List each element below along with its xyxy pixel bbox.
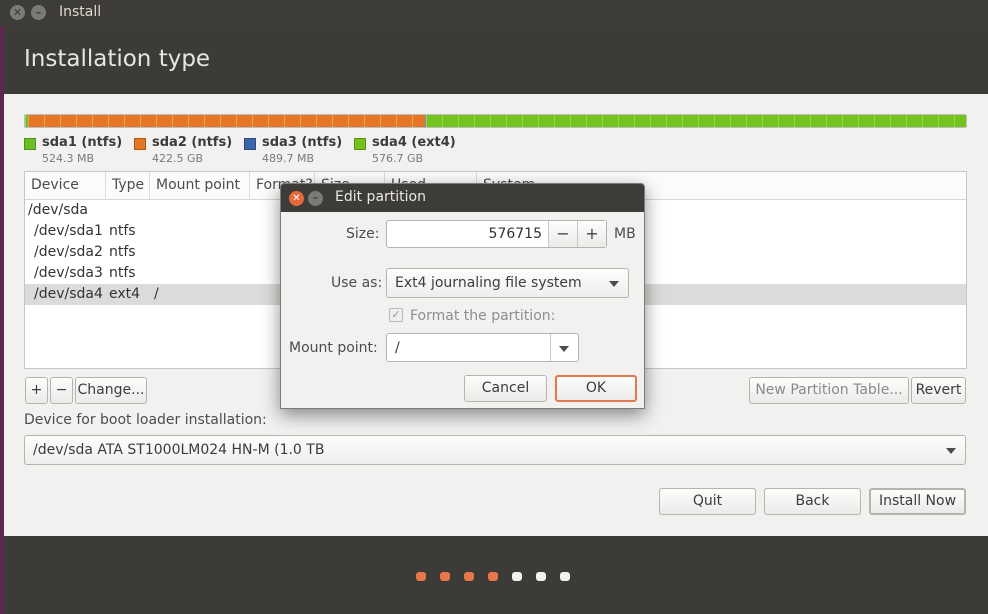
mount-point-label: Mount point: — [289, 340, 378, 356]
legend-size: 489.7 MB — [262, 152, 315, 165]
mount-point-value: / — [395, 340, 400, 356]
use-as-label: Use as: — [331, 275, 383, 291]
dialog-titlebar: ✕ – Edit partition — [281, 184, 644, 212]
use-as-select[interactable]: Ext4 journaling file system — [386, 268, 629, 298]
column-header-mount-point[interactable]: Mount point — [150, 172, 250, 200]
size-increment-button[interactable]: + — [577, 221, 606, 247]
bootloader-label: Device for boot loader installation: — [24, 412, 267, 428]
minimize-icon[interactable]: – — [31, 5, 46, 20]
partition-bar-segment-sda2 — [27, 115, 426, 127]
size-value: 576715 — [488, 226, 542, 242]
cell-device: /dev/sda — [28, 202, 88, 218]
progress-step-1 — [416, 572, 426, 581]
use-as-value: Ext4 journaling file system — [395, 275, 582, 291]
dialog-title: Edit partition — [335, 189, 426, 205]
size-spinbox[interactable]: 576715 − + — [386, 220, 607, 248]
mount-point-combo[interactable]: / — [386, 333, 579, 362]
legend-swatch — [24, 138, 36, 150]
chevron-down-icon — [946, 448, 956, 454]
cell-device: /dev/sda4 — [34, 286, 103, 302]
progress-step-4 — [488, 572, 498, 581]
legend-size: 422.5 GB — [152, 152, 204, 165]
install-now-button[interactable]: Install Now — [869, 488, 966, 515]
legend-name: sda2 (ntfs) — [152, 135, 233, 150]
edit-partition-dialog: ✕ – Edit partition Size: 576715 − + MB U… — [280, 183, 645, 409]
page-title: Installation type — [24, 46, 211, 72]
legend-size: 524.3 MB — [42, 152, 95, 165]
cell-device: /dev/sda2 — [34, 244, 103, 260]
cell-mount-point: / — [154, 286, 159, 302]
partition-bar — [24, 114, 967, 128]
format-partition-checkbox[interactable]: ✓ — [389, 308, 403, 322]
chevron-down-icon — [559, 346, 569, 352]
quit-button[interactable]: Quit — [659, 488, 756, 515]
cell-device: /dev/sda3 — [34, 265, 103, 281]
cancel-button[interactable]: Cancel — [464, 375, 547, 402]
add-partition-button[interactable]: + — [25, 377, 48, 404]
column-header-type[interactable]: Type — [106, 172, 150, 200]
dialog-close-icon[interactable]: ✕ — [289, 191, 304, 206]
cell-device: /dev/sda1 — [34, 223, 103, 239]
legend-swatch — [134, 138, 146, 150]
cell-type: ntfs — [109, 244, 136, 260]
legend-size: 576.7 GB — [372, 152, 424, 165]
chevron-down-icon — [609, 281, 619, 287]
revert-button[interactable]: Revert — [911, 377, 966, 404]
back-button[interactable]: Back — [764, 488, 861, 515]
window-title: Install — [59, 4, 102, 20]
progress-step-5 — [512, 572, 522, 581]
partition-bar-segment-sda4 — [425, 115, 966, 127]
close-icon[interactable]: ✕ — [10, 5, 25, 20]
legend-name: sda1 (ntfs) — [42, 135, 123, 150]
bootloader-device-value: /dev/sda ATA ST1000LM024 HN-M (1.0 TB — [33, 442, 325, 458]
size-label: Size: — [346, 226, 380, 242]
legend-swatch — [354, 138, 366, 150]
column-header-device[interactable]: Device — [25, 172, 106, 200]
progress-step-6 — [536, 572, 546, 581]
cell-type: ext4 — [109, 286, 141, 302]
window-titlebar: ✕ – Install — [0, 0, 988, 26]
combo-divider — [550, 334, 551, 361]
legend-name: sda3 (ntfs) — [262, 135, 343, 150]
remove-partition-button[interactable]: − — [50, 377, 73, 404]
progress-step-3 — [464, 572, 474, 581]
bootloader-device-select[interactable]: /dev/sda ATA ST1000LM024 HN-M (1.0 TB — [24, 435, 966, 465]
legend-name: sda4 (ext4) — [372, 135, 456, 150]
size-unit-label: MB — [614, 226, 636, 242]
progress-step-7 — [560, 572, 570, 581]
install-footer — [4, 536, 988, 614]
cell-type: ntfs — [109, 223, 136, 239]
format-partition-label: Format the partition: — [410, 308, 556, 324]
dialog-minimize-icon[interactable]: – — [308, 191, 323, 206]
change-partition-button[interactable]: Change... — [75, 377, 147, 404]
cell-type: ntfs — [109, 265, 136, 281]
partition-legend: sda1 (ntfs) 524.3 MB sda2 (ntfs) 422.5 G… — [24, 135, 967, 167]
progress-dots — [416, 572, 570, 582]
new-partition-table-button[interactable]: New Partition Table... — [749, 377, 909, 404]
ok-button[interactable]: OK — [555, 375, 637, 402]
legend-swatch — [244, 138, 256, 150]
progress-step-2 — [440, 572, 450, 581]
page-header: Installation type — [4, 26, 988, 94]
size-decrement-button[interactable]: − — [548, 221, 577, 247]
